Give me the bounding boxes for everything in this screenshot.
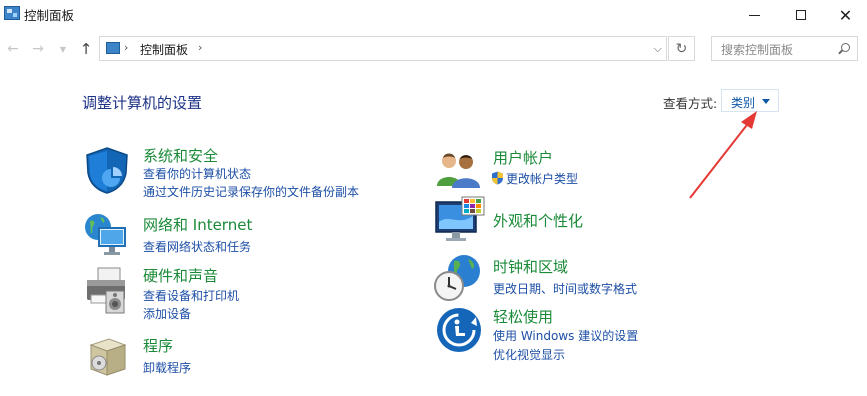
appearance-monitor-icon [435,196,485,241]
link-uninstall-program[interactable]: 卸载程序 [143,359,191,376]
category-user-accounts[interactable]: 用户帐户 [493,147,553,168]
link-windows-recommended-settings[interactable]: 使用 Windows 建议的设置 [493,327,638,344]
programs-icon [89,338,127,376]
link-change-account-type[interactable]: 更改帐户类型 [491,170,578,187]
link-change-account-type-label: 更改帐户类型 [506,172,579,186]
link-optimize-visual-display[interactable]: 优化视觉显示 [493,346,565,363]
clock-globe-icon [434,255,480,301]
category-clock-region[interactable]: 时钟和区域 [493,256,568,277]
category-programs[interactable]: 程序 [143,335,173,356]
category-ease-of-access[interactable]: 轻松使用 [493,306,553,327]
link-network-status-tasks[interactable]: 查看网络状态和任务 [143,238,251,255]
printer-speaker-icon [87,267,125,314]
category-appearance-personalization[interactable]: 外观和个性化 [493,210,583,231]
ease-of-access-icon [437,308,481,352]
link-view-computer-status[interactable]: 查看你的计算机状态 [143,165,251,182]
category-system-security[interactable]: 系统和安全 [143,145,218,166]
network-globe-icon [85,214,126,255]
category-hardware-sound[interactable]: 硬件和声音 [143,265,218,286]
user-accounts-icon [437,153,480,188]
link-add-device[interactable]: 添加设备 [143,305,191,322]
link-change-date-time-format[interactable]: 更改日期、时间或数字格式 [493,280,637,297]
link-file-history-backup[interactable]: 通过文件历史记录保存你的文件备份副本 [143,183,359,200]
link-devices-printers[interactable]: 查看设备和打印机 [143,287,239,304]
shield-icon [86,147,128,194]
uac-shield-icon [492,171,503,185]
category-network-internet[interactable]: 网络和 Internet [143,214,252,235]
